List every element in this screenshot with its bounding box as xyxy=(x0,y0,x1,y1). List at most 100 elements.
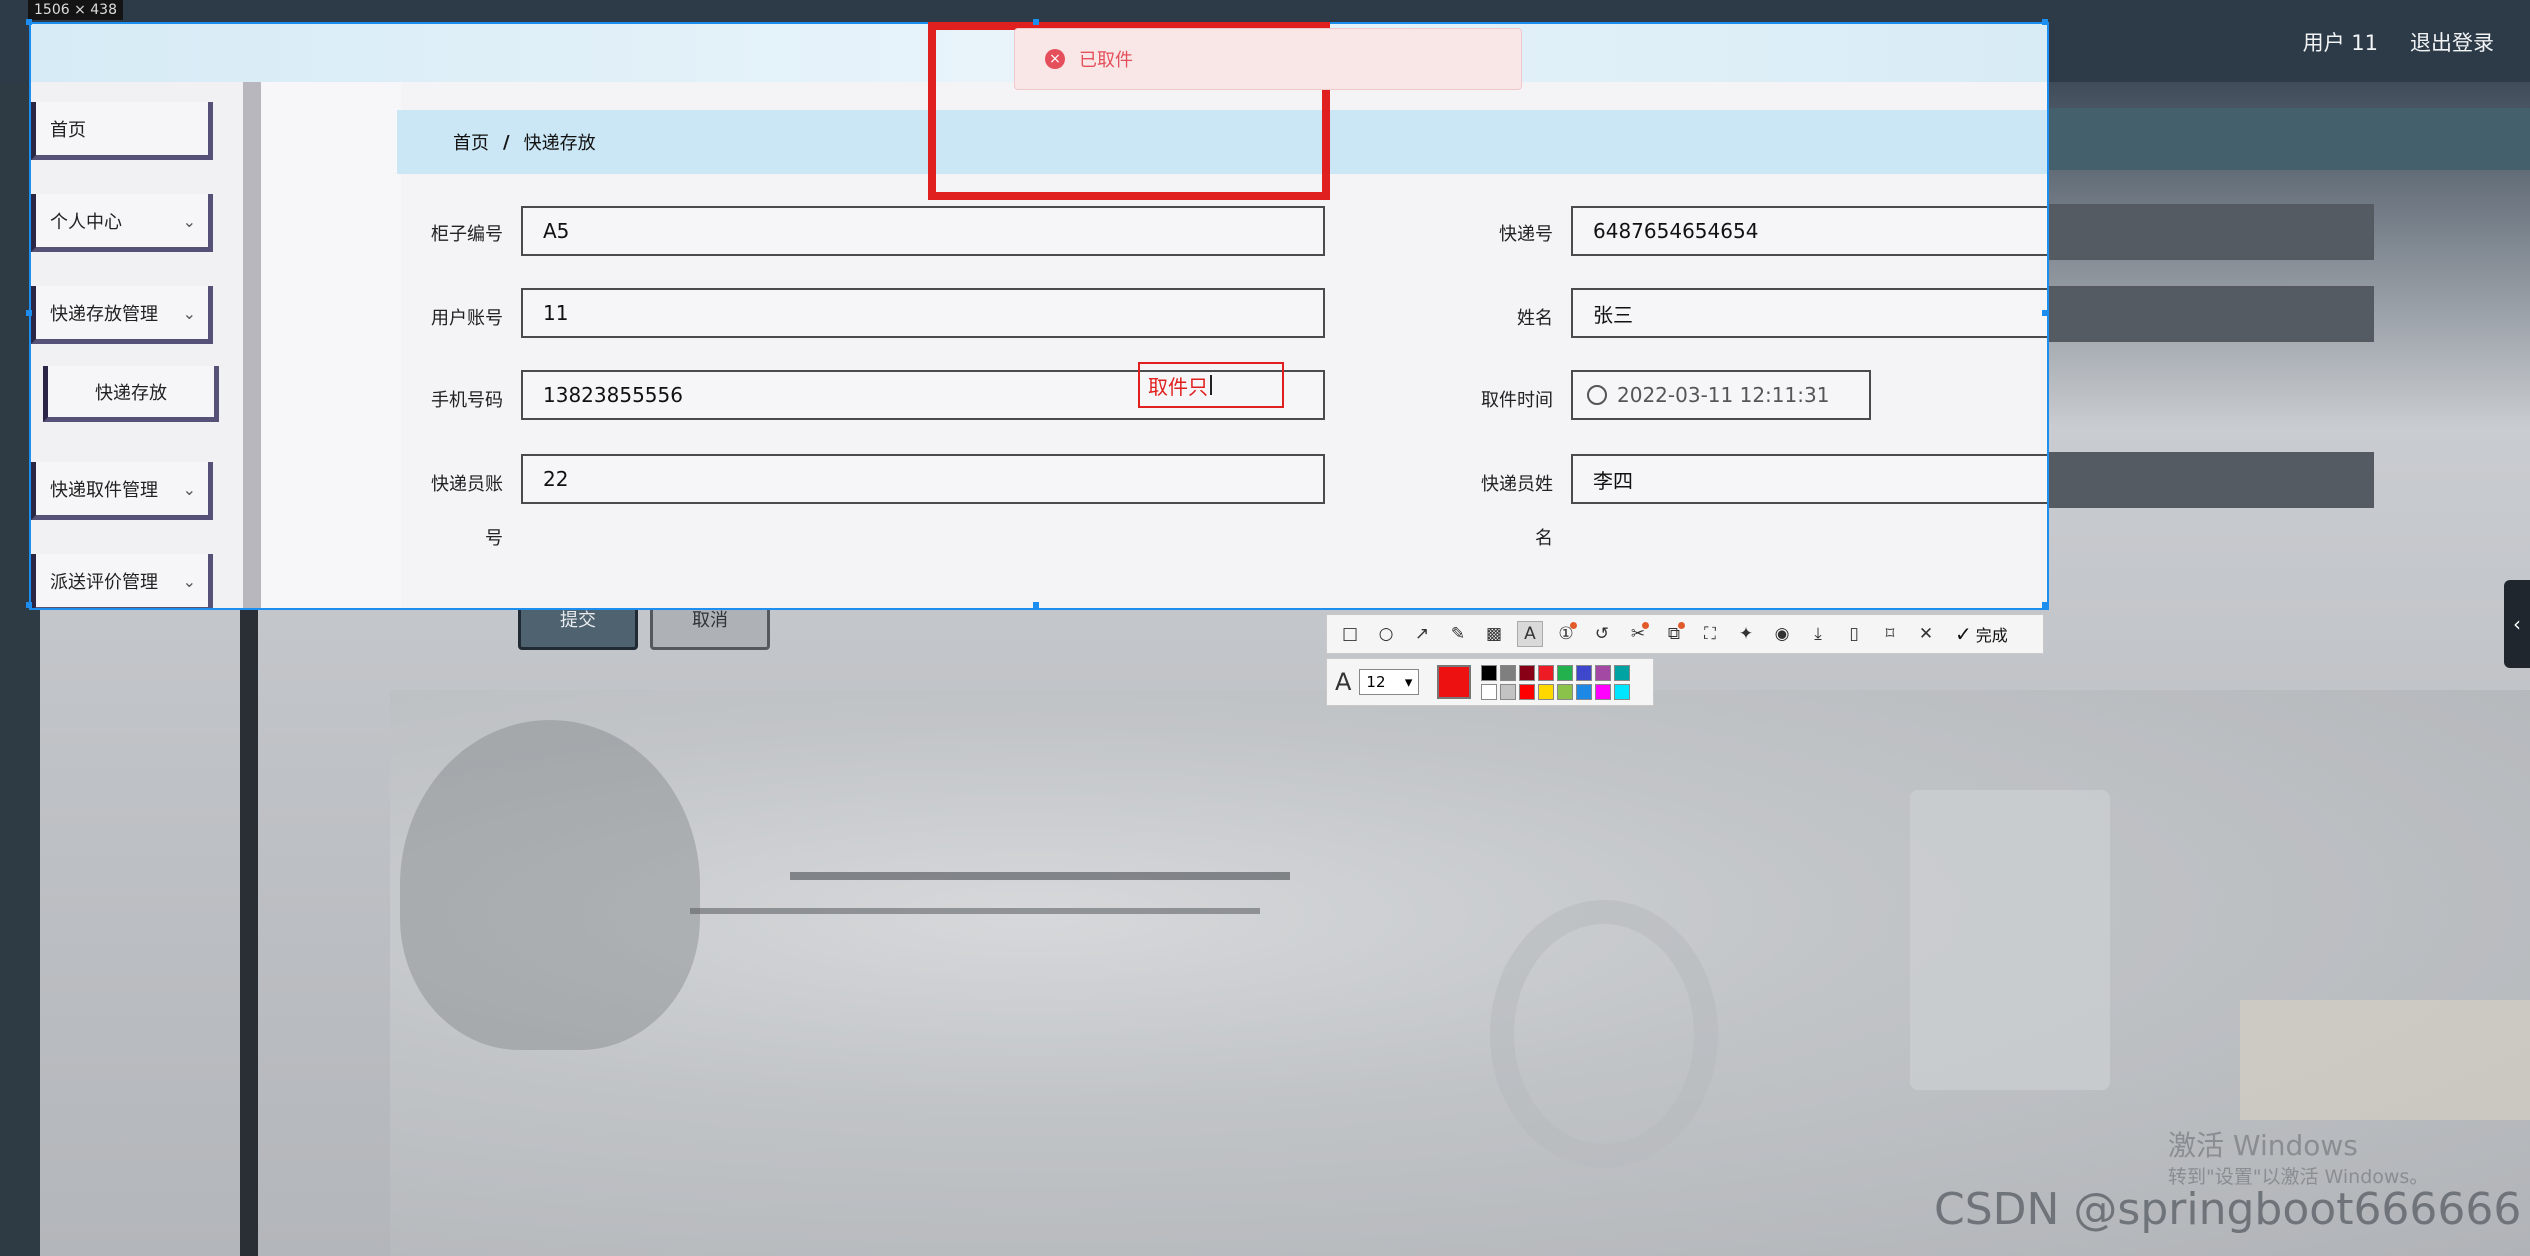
color-swatch-13[interactable] xyxy=(1576,683,1593,700)
chevron-down-icon: ⌄ xyxy=(182,480,196,499)
chevron-down-icon: ▾ xyxy=(1404,673,1413,691)
chevron-down-icon: ⌄ xyxy=(182,572,196,591)
express-no-label: 快递号 xyxy=(1499,224,1553,245)
sidebar-divider xyxy=(243,82,261,608)
color-swatch-14[interactable] xyxy=(1595,683,1612,700)
done-button[interactable]: ✓ 完成 xyxy=(1955,622,2008,646)
resize-handle-bottom[interactable] xyxy=(1033,602,1039,608)
pickup-time-label: 取件时间 xyxy=(1481,390,1553,411)
number-marker-icon[interactable]: ① xyxy=(1553,621,1579,647)
resize-handle-top-right[interactable] xyxy=(2042,19,2048,25)
download-icon[interactable]: ⤓ xyxy=(1805,621,1831,647)
side-panel-toggle[interactable]: ‹ xyxy=(2504,580,2530,668)
arrow-icon[interactable]: ↗ xyxy=(1409,621,1435,647)
close-icon[interactable]: ✕ xyxy=(1913,621,1939,647)
font-size-value: 12 xyxy=(1366,673,1386,691)
courier-account-input[interactable]: 22 xyxy=(521,454,1325,504)
record-icon[interactable]: ◉ xyxy=(1769,621,1795,647)
logout-link[interactable]: 退出登录 xyxy=(2410,27,2494,57)
resize-handle-right[interactable] xyxy=(2042,310,2048,316)
pickup-time-value: 2022-03-11 12:11:31 xyxy=(1617,383,1830,407)
color-swatch-10[interactable] xyxy=(1519,683,1536,700)
name-field-overflow xyxy=(2040,286,2374,342)
color-swatch-5[interactable] xyxy=(1576,664,1593,681)
undo-icon[interactable]: ↺ xyxy=(1589,621,1615,647)
courier-name-label-line2: 名 xyxy=(1535,528,1553,549)
breadcrumb-separator: / xyxy=(503,131,510,153)
sidebar-item-label: 快递存放 xyxy=(95,382,167,404)
phone-label: 手机号码 xyxy=(431,390,503,411)
annotation-text: 取件只 xyxy=(1148,374,1208,399)
resize-handle-left[interactable] xyxy=(26,310,32,316)
background-vase xyxy=(1910,790,2110,1090)
bookmark-icon[interactable]: ⌑ xyxy=(1877,621,1903,647)
courier-account-label-line2: 号 xyxy=(485,528,503,549)
sidebar-item-storage-management[interactable]: 快递存放管理 ⌄ xyxy=(31,286,213,344)
text-icon[interactable]: A xyxy=(1517,621,1543,647)
sidebar-item-home[interactable]: 首页 xyxy=(31,102,213,160)
save-icon[interactable]: ▯ xyxy=(1841,621,1867,647)
color-swatch-9[interactable] xyxy=(1500,683,1517,700)
selection-size-badge: 1506 × 438 xyxy=(28,0,123,20)
resize-handle-bottom-right[interactable] xyxy=(2042,602,2048,608)
csdn-watermark: CSDN @springboot666666 xyxy=(1934,1184,2522,1235)
copy-icon[interactable]: ⧉ xyxy=(1661,621,1687,647)
ellipse-icon[interactable]: ○ xyxy=(1373,621,1399,647)
resize-handle-top-left[interactable] xyxy=(26,19,32,25)
color-swatch-6[interactable] xyxy=(1595,664,1612,681)
express-no-field-overflow xyxy=(2040,204,2374,260)
mosaic-icon[interactable]: ▩ xyxy=(1481,621,1507,647)
sidebar-item-personal-center[interactable]: 个人中心 ⌄ xyxy=(31,194,213,252)
sidebar-item-label: 个人中心 xyxy=(50,211,122,233)
color-swatch-1[interactable] xyxy=(1500,664,1517,681)
screen-capture-icon[interactable]: ⛶ xyxy=(1697,621,1723,647)
color-swatch-0[interactable] xyxy=(1481,664,1498,681)
resize-handle-top[interactable] xyxy=(1033,19,1039,25)
background-plant xyxy=(400,720,700,1050)
name-input[interactable]: 张三 xyxy=(1571,288,2047,338)
sidebar-item-storage[interactable]: 快递存放 xyxy=(43,366,219,422)
express-no-input[interactable]: 6487654654654 xyxy=(1571,206,2047,256)
toast-notification: × 已取件 xyxy=(1014,28,1522,90)
background-shelf xyxy=(790,872,1290,880)
toast-message: 已取件 xyxy=(1079,50,1133,71)
breadcrumb-current: 快递存放 xyxy=(523,133,596,154)
done-label: 完成 xyxy=(1975,626,2008,645)
user-label[interactable]: 用户 11 xyxy=(2303,27,2378,57)
content-gutter xyxy=(261,82,401,608)
scissors-icon[interactable]: ✂ xyxy=(1625,621,1651,647)
color-swatch-12[interactable] xyxy=(1557,683,1574,700)
color-swatch-8[interactable] xyxy=(1481,683,1498,700)
cabinet-no-label: 柜子编号 xyxy=(431,224,503,245)
courier-name-field-overflow xyxy=(2040,452,2374,508)
pickup-time-picker[interactable]: 2022-03-11 12:11:31 xyxy=(1571,370,1871,420)
resize-handle-bottom-left[interactable] xyxy=(26,602,32,608)
pin-icon[interactable]: ✦ xyxy=(1733,621,1759,647)
courier-name-input[interactable]: 李四 xyxy=(1571,454,2047,504)
color-swatch-2[interactable] xyxy=(1519,664,1536,681)
cabinet-no-input[interactable]: A5 xyxy=(521,206,1325,256)
sidebar-item-label: 派送评价管理 xyxy=(50,571,158,593)
breadcrumb-home[interactable]: 首页 xyxy=(453,129,489,155)
color-swatch-15[interactable] xyxy=(1614,683,1631,700)
sidebar-item-label: 快递取件管理 xyxy=(50,479,158,501)
background-box xyxy=(2240,1000,2530,1120)
user-account-label: 用户账号 xyxy=(431,308,503,329)
user-account-input[interactable]: 11 xyxy=(521,288,1325,338)
annotation-text-box[interactable]: 取件只 xyxy=(1138,362,1284,408)
windows-activation-title: 激活 Windows xyxy=(2168,1129,2358,1162)
color-swatch-7[interactable] xyxy=(1614,664,1631,681)
sidebar-item-label: 快递存放管理 xyxy=(50,303,158,325)
color-swatch-4[interactable] xyxy=(1557,664,1574,681)
name-label: 姓名 xyxy=(1517,308,1553,329)
color-swatch-3[interactable] xyxy=(1538,664,1555,681)
pencil-icon[interactable]: ✎ xyxy=(1445,621,1471,647)
font-size-select[interactable]: 12 ▾ xyxy=(1359,669,1420,695)
sidebar-panel xyxy=(31,82,243,608)
rectangle-icon[interactable]: □ xyxy=(1337,621,1363,647)
color-swatch-11[interactable] xyxy=(1538,683,1555,700)
x-circle-icon: × xyxy=(1045,49,1065,69)
current-color-swatch[interactable] xyxy=(1437,665,1472,699)
sidebar-item-pickup-management[interactable]: 快递取件管理 ⌄ xyxy=(31,462,213,520)
sidebar-item-delivery-review[interactable]: 派送评价管理 ⌄ xyxy=(31,554,213,608)
